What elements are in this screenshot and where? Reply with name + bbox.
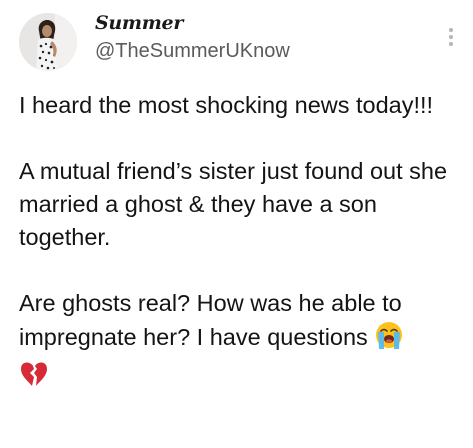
tweet-paragraph: I heard the most shocking news today!!! [19,92,434,118]
profile-photo [19,13,77,71]
tweet-paragraph: A mutual friend’s sister just found out … [19,158,448,250]
tweet-paragraph: Are ghosts real? How was he able to impr… [19,287,463,397]
user-handle[interactable]: @TheSummerUKnow [95,40,290,63]
more-options-button[interactable] [444,22,458,52]
avatar[interactable] [19,13,77,71]
display-name[interactable]: Summer [95,12,183,34]
tweet-text: I heard the most shocking news today!!! … [19,89,463,397]
tweet-card: Summer @TheSummerUKnow I heard the most … [0,0,473,448]
broken-heart-icon [19,360,49,397]
loudly-crying-face-icon [374,320,404,359]
